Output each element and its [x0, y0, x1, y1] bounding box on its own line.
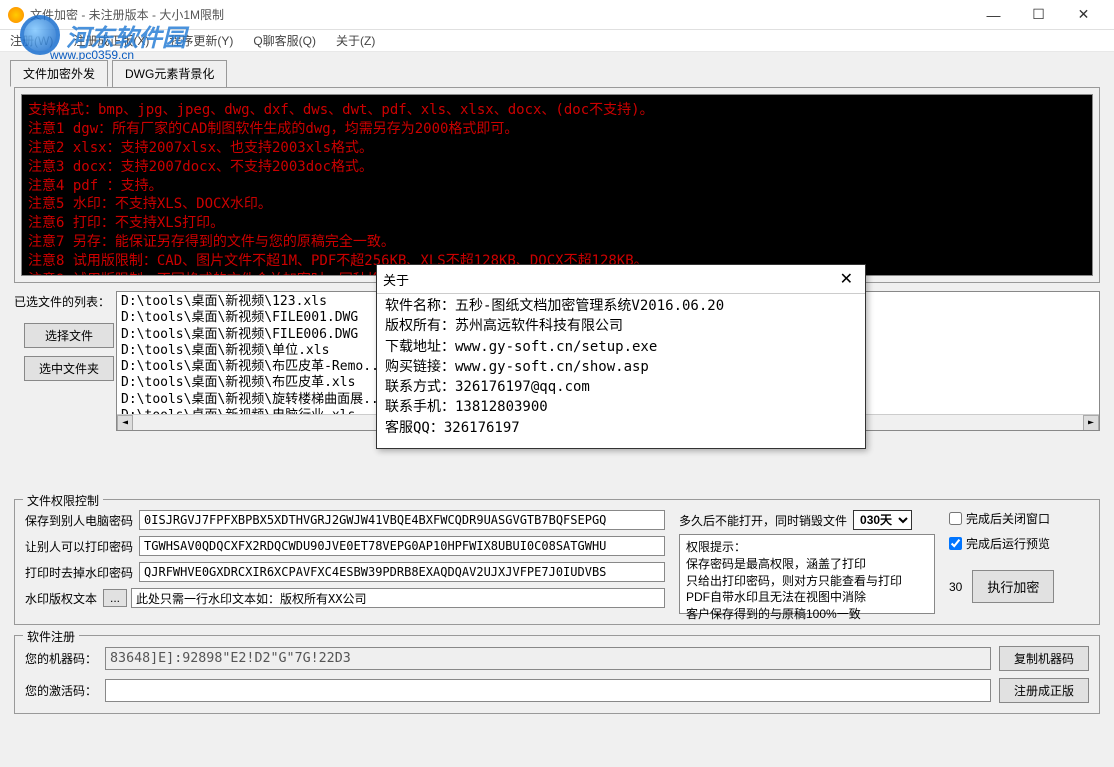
count-label: 30: [949, 580, 962, 594]
copy-machine-code-button[interactable]: 复制机器码: [999, 646, 1089, 671]
registration-title: 软件注册: [23, 628, 79, 645]
activate-code-label: 您的激活码：: [25, 682, 97, 699]
machine-code-input[interactable]: [105, 647, 991, 670]
close-after-checkbox[interactable]: [949, 512, 962, 525]
select-file-button[interactable]: 选择文件: [24, 323, 114, 348]
preview-after-label: 完成后运行预览: [966, 535, 1050, 552]
save-pwd-input[interactable]: [139, 510, 665, 530]
close-after-label: 完成后关闭窗口: [966, 510, 1050, 527]
app-icon: [8, 7, 24, 23]
machine-code-label: 您的机器码：: [25, 650, 97, 667]
scroll-right-icon[interactable]: ►: [1083, 415, 1099, 431]
permission-hint-box: 权限提示： 保存密码是最高权限，涵盖了打印 只给出打印密码，则对方只能查看与打印…: [679, 534, 935, 614]
about-dialog-body: 软件名称：五秒-图纸文档加密管理系统V2016.06.20 版权所有：苏州高远软…: [377, 294, 865, 448]
print-pwd-input[interactable]: [139, 536, 665, 556]
window-title: 文件加密 - 未注册版本 - 大小1M限制: [30, 6, 224, 23]
about-dialog-title: 关于: [383, 270, 409, 289]
maximize-button[interactable]: ☐: [1016, 0, 1061, 30]
save-pwd-label: 保存到别人电脑密码: [25, 512, 133, 529]
menu-q-service[interactable]: Q聊客服(Q): [249, 30, 320, 51]
select-folder-button[interactable]: 选中文件夹: [24, 356, 114, 381]
permission-title: 文件权限控制: [23, 492, 103, 509]
activate-code-input[interactable]: [105, 679, 991, 702]
tab-dwg-background[interactable]: DWG元素背景化: [112, 60, 227, 87]
scroll-left-icon[interactable]: ◄: [117, 415, 133, 431]
menu-refresh[interactable]: 程序更新(Y): [165, 30, 237, 51]
print-pwd-label: 让别人可以打印密码: [25, 538, 133, 555]
watermark-browse-button[interactable]: ...: [103, 589, 127, 607]
destroy-days-select[interactable]: 030天: [853, 510, 912, 530]
notice-panel: 支持格式：bmp、jpg、jpeg、dwg、dxf、dws、dwt、pdf、xl…: [21, 94, 1093, 276]
destroy-label: 多久后不能打开，同时销毁文件: [679, 512, 847, 529]
nowm-pwd-label: 打印时去掉水印密码: [25, 564, 133, 581]
watermark-text-input[interactable]: [131, 588, 665, 608]
about-dialog: 关于 ✕ 软件名称：五秒-图纸文档加密管理系统V2016.06.20 版权所有：…: [376, 264, 866, 449]
preview-after-checkbox[interactable]: [949, 537, 962, 550]
minimize-button[interactable]: —: [971, 0, 1016, 30]
close-button[interactable]: ✕: [1061, 0, 1106, 30]
execute-encrypt-button[interactable]: 执行加密: [972, 570, 1054, 603]
watermark-text-label: 水印版权文本: [25, 590, 97, 607]
nowm-pwd-input[interactable]: [139, 562, 665, 582]
menu-about[interactable]: 关于(Z): [332, 30, 379, 51]
about-close-button[interactable]: ✕: [834, 269, 859, 289]
register-genuine-button[interactable]: 注册成正版: [999, 678, 1089, 703]
tab-file-encrypt[interactable]: 文件加密外发: [10, 60, 108, 87]
